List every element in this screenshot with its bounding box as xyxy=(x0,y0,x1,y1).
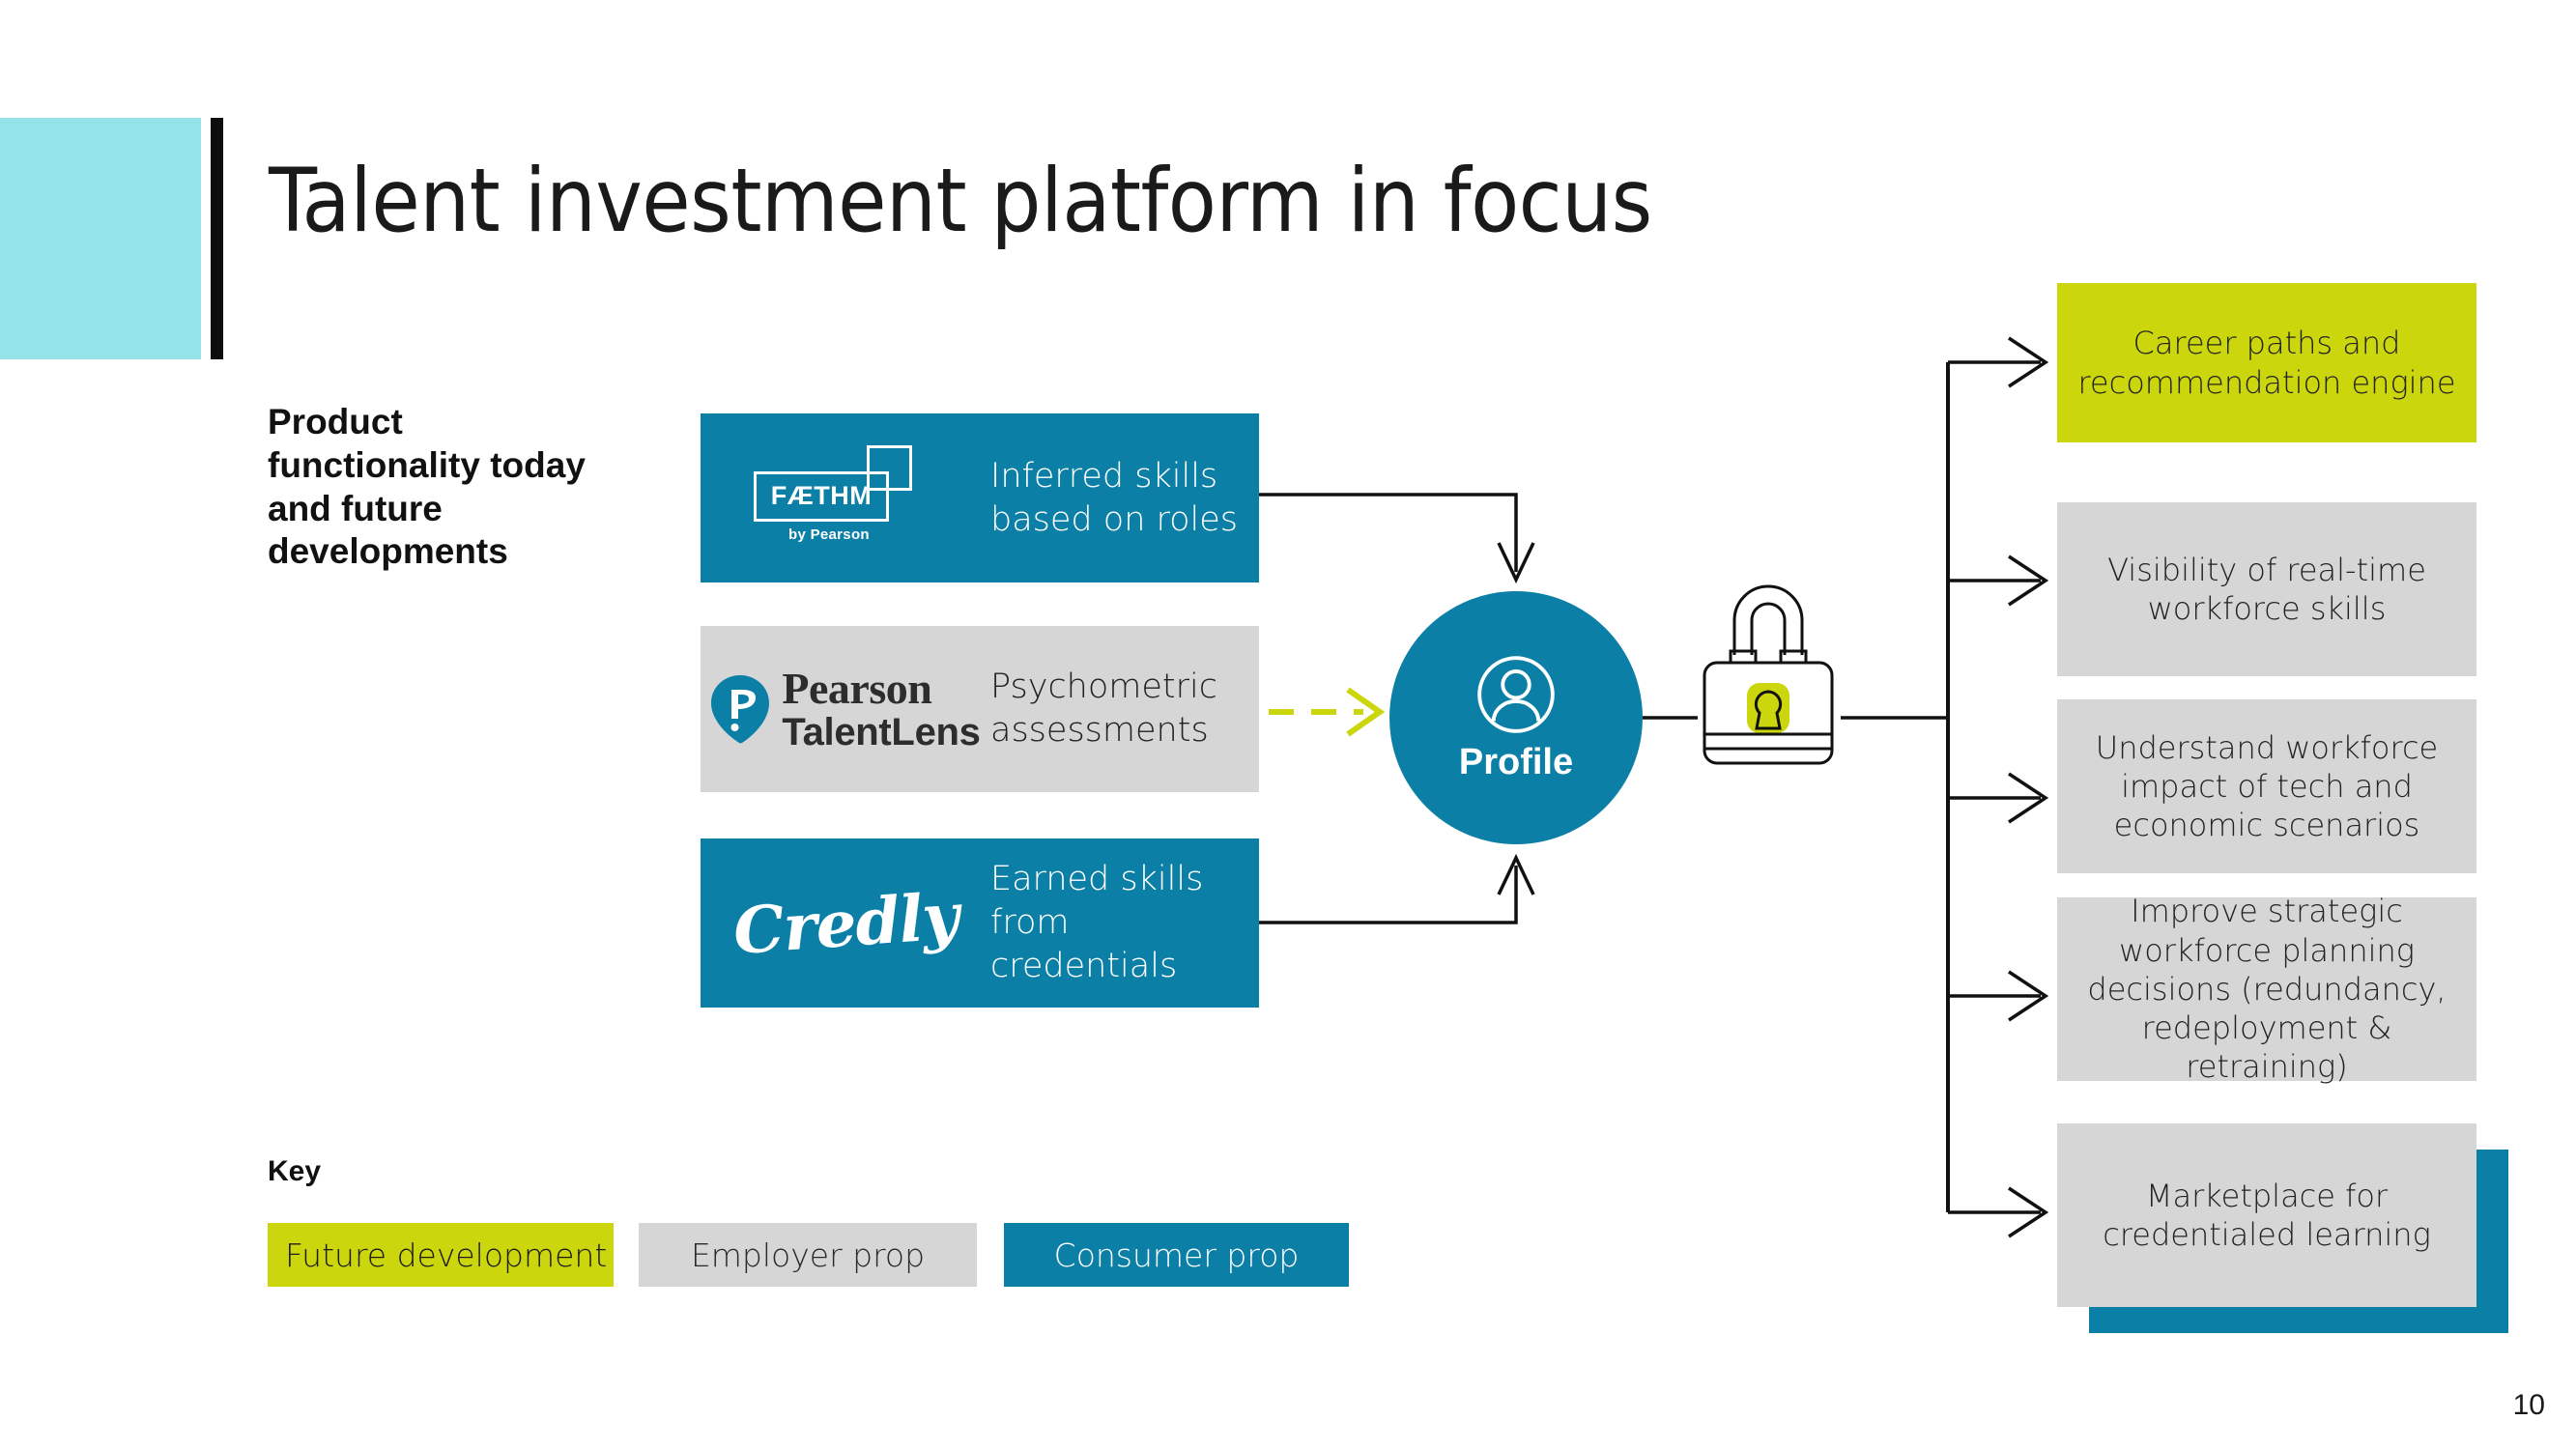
profile-hub[interactable]: Profile xyxy=(1389,591,1643,844)
source-card-talentlens[interactable]: Pearson TalentLens Psychometric assessme… xyxy=(701,626,1259,792)
outcome-box-visibility[interactable]: Visibility of real-time workforce skills xyxy=(2057,502,2476,676)
key-chip-future-development[interactable]: Future development xyxy=(268,1223,614,1287)
arrowhead-branch-2 xyxy=(2008,772,2049,824)
pearson-wordmark: Pearson xyxy=(782,664,932,713)
source-caption-faethm: Inferred skills based on roles xyxy=(990,456,1239,539)
faethm-logo-wordmark: FÆTHM xyxy=(770,481,873,510)
source-card-faethm[interactable]: FÆTHM by Pearson Inferred skills based o… xyxy=(701,413,1259,582)
outcome-box-career-paths[interactable]: Career paths and recommendation engine xyxy=(2057,283,2476,442)
arrowhead-faethm xyxy=(1497,542,1535,584)
outcome-box-marketplace[interactable]: Marketplace for credentialed learning xyxy=(2057,1123,2476,1307)
credly-logo: Credly xyxy=(730,877,960,969)
source-caption-talentlens: Psychometric assessments xyxy=(990,668,1217,750)
talentlens-wordmark: TalentLens xyxy=(782,711,981,753)
page-title: Talent investment platform in focus xyxy=(269,151,1652,252)
left-column-heading: Product functionality today and future d… xyxy=(268,402,586,572)
credly-logo-wrap: Credly xyxy=(701,877,990,968)
pearson-logo-wrap: Pearson TalentLens xyxy=(701,667,990,752)
arrowhead-branch-4 xyxy=(2008,1186,2049,1238)
source-card-credly[interactable]: Credly Earned skills from credentials xyxy=(701,838,1259,1008)
pearson-interrobang-icon xyxy=(711,675,770,744)
faethm-logo-byline: by Pearson xyxy=(788,526,870,543)
arrowhead-branch-0 xyxy=(2008,336,2049,388)
source-caption-credly: Earned skills from credentials xyxy=(990,860,1204,985)
arrowhead-branch-3 xyxy=(2008,970,2049,1022)
slide-canvas: Talent investment platform in focus Prod… xyxy=(0,0,2576,1449)
arrowhead-talentlens xyxy=(1346,687,1386,737)
connector-faethm-to-profile xyxy=(1259,493,1518,572)
page-number: 10 xyxy=(2512,1389,2545,1421)
key-title: Key xyxy=(268,1155,322,1187)
arrowhead-branch-1 xyxy=(2008,554,2049,607)
person-icon xyxy=(1477,655,1555,733)
profile-hub-label: Profile xyxy=(1458,741,1574,782)
header-accent-block xyxy=(0,118,201,359)
faethm-logo-wrap: FÆTHM by Pearson xyxy=(701,444,990,552)
connector-credly-to-profile xyxy=(1259,866,1518,924)
outcome-box-understand-impact[interactable]: Understand workforce impact of tech and … xyxy=(2057,699,2476,873)
padlock-icon xyxy=(1703,584,1834,765)
key-chip-employer-prop[interactable]: Employer prop xyxy=(639,1223,977,1287)
arrowhead-credly xyxy=(1497,853,1535,895)
outcome-box-workforce-planning[interactable]: Improve strategic workforce planning dec… xyxy=(2057,893,2476,1085)
faethm-logo: FÆTHM by Pearson xyxy=(754,444,937,552)
pearson-talentlens-logo: Pearson TalentLens xyxy=(710,664,981,753)
pearson-wordmark-wrap: Pearson TalentLens xyxy=(782,664,981,753)
header-accent-bar xyxy=(211,118,223,359)
faethm-logo-box: FÆTHM xyxy=(754,470,889,522)
key-chip-consumer-prop[interactable]: Consumer prop xyxy=(1004,1223,1349,1287)
